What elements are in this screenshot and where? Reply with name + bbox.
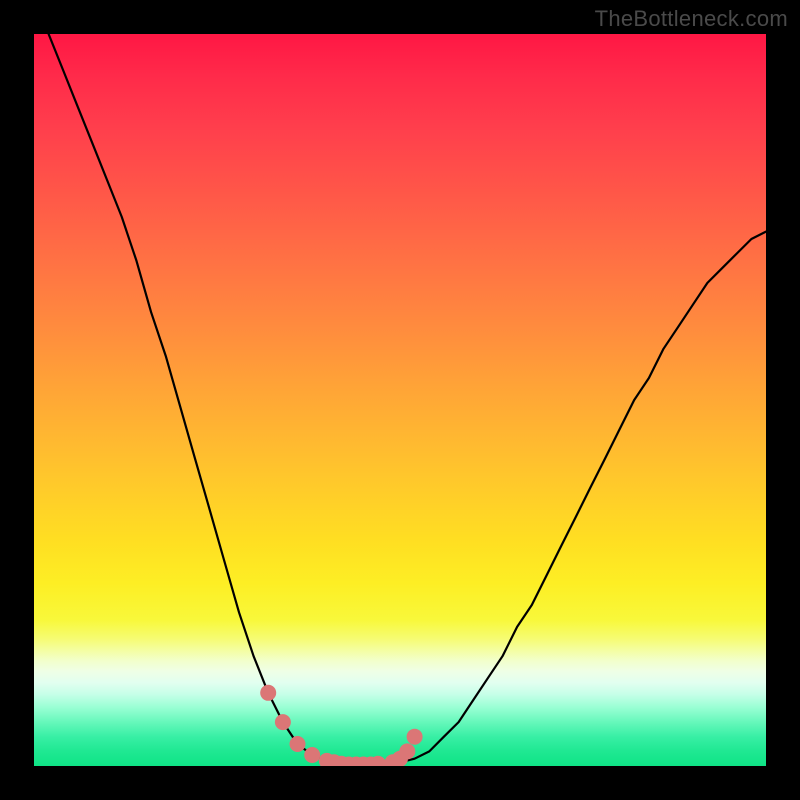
plot-area <box>34 34 766 766</box>
data-point-marker <box>304 747 320 763</box>
data-point-marker <box>260 685 276 701</box>
chart-container: TheBottleneck.com <box>0 0 800 800</box>
data-point-marker <box>399 743 415 759</box>
marker-group <box>260 685 422 766</box>
data-point-marker <box>407 729 423 745</box>
data-point-marker <box>275 714 291 730</box>
bottleneck-curve-path <box>49 34 766 765</box>
data-point-marker <box>290 736 306 752</box>
curve-svg <box>34 34 766 766</box>
watermark-text: TheBottleneck.com <box>595 6 788 32</box>
